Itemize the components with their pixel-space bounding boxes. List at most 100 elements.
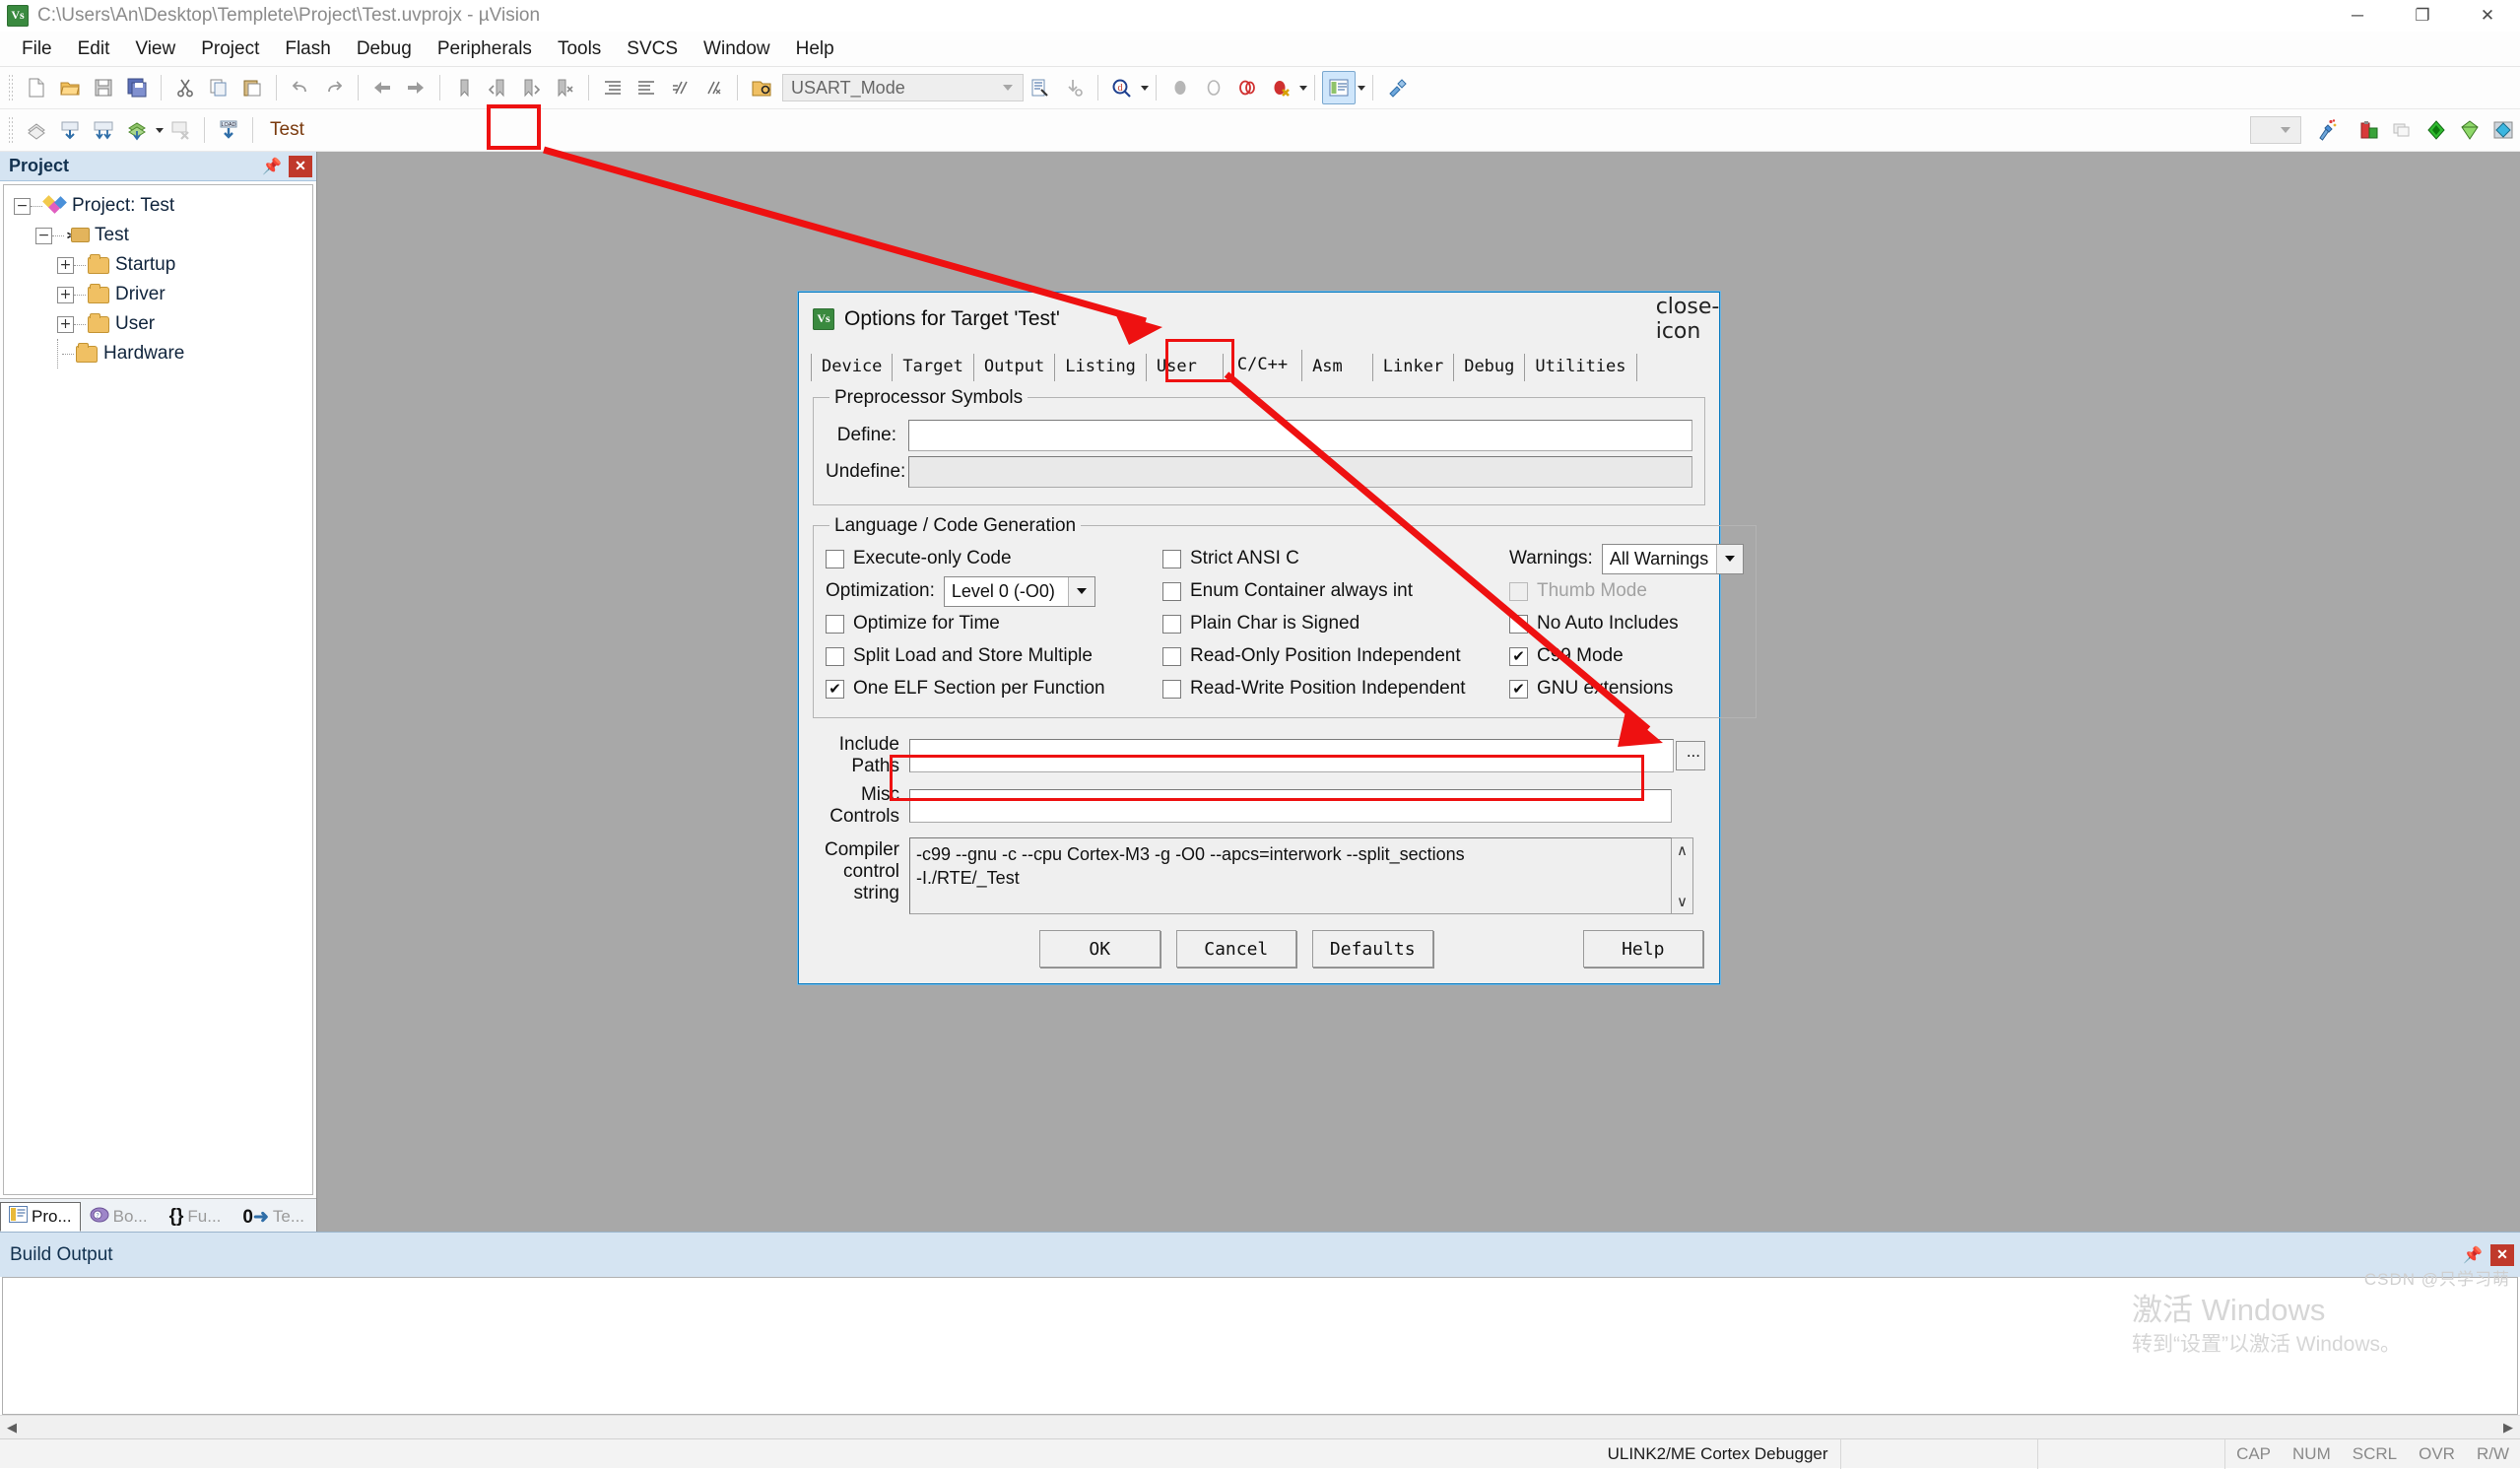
undo-icon[interactable]	[284, 71, 317, 104]
kill-breakpoints-icon[interactable]	[1264, 71, 1297, 104]
scroll-up-icon[interactable]: ∧	[1677, 841, 1688, 859]
menu-item-view[interactable]: View	[122, 34, 188, 64]
tree-item-hardware[interactable]: Hardware	[4, 339, 312, 368]
chevron-down-icon[interactable]	[156, 127, 164, 133]
pin-icon[interactable]: 📌	[2463, 1245, 2483, 1265]
include-paths-browse-button[interactable]: ...	[1676, 740, 1705, 770]
cut-icon[interactable]	[168, 71, 202, 104]
checkbox-box[interactable]	[826, 614, 844, 634]
chevron-down-icon[interactable]	[2271, 117, 2300, 143]
function-combo[interactable]: USART_Mode	[782, 74, 1024, 101]
tab-linker[interactable]: Linker	[1372, 353, 1455, 381]
compiler-control-string[interactable]: -c99 --gnu -c --cpu Cortex-M3 -g -O0 --a…	[909, 837, 1672, 915]
tab-utilities[interactable]: Utilities	[1525, 353, 1637, 381]
checkbox-box[interactable]	[1162, 549, 1181, 568]
checkbox-plain-char-is-signed[interactable]: Plain Char is Signed	[1162, 608, 1509, 640]
batch-build-icon[interactable]	[120, 113, 154, 147]
tree-expander[interactable]: −	[14, 197, 31, 215]
menu-item-peripherals[interactable]: Peripherals	[425, 34, 545, 64]
download-icon[interactable]: LOAD	[212, 113, 245, 147]
chevron-down-icon[interactable]	[993, 75, 1023, 100]
checkbox-box[interactable]	[1162, 646, 1181, 666]
tab-output[interactable]: Output	[973, 353, 1056, 381]
include-paths-input[interactable]	[909, 738, 1674, 772]
dialog-close-button[interactable]: close-icon	[1656, 295, 1720, 344]
pack-installer-icon[interactable]	[2420, 113, 2453, 147]
menu-item-debug[interactable]: Debug	[344, 34, 425, 64]
close-icon[interactable]: ✕	[289, 155, 312, 177]
chevron-down-icon[interactable]	[1715, 544, 1743, 573]
debug-start-icon[interactable]	[1163, 71, 1197, 104]
tree-item-target[interactable]: − ✲ Test	[4, 221, 312, 250]
config-wizard-icon[interactable]	[1380, 71, 1414, 104]
stop-build-icon[interactable]	[164, 113, 197, 147]
tree-expander[interactable]: +	[57, 315, 74, 333]
navigate-forward-icon[interactable]	[399, 71, 432, 104]
checkbox-box[interactable]	[1162, 679, 1181, 699]
tab-project[interactable]: Pro...	[0, 1202, 81, 1232]
copy-icon[interactable]	[202, 71, 235, 104]
checkbox-box[interactable]: ✔	[1509, 679, 1528, 699]
warnings-select[interactable]: All Warnings	[1601, 543, 1744, 574]
manage-project-items-icon[interactable]	[2353, 113, 2386, 147]
checkbox-gnu-extensions[interactable]: ✔ GNU extensions	[1509, 673, 1744, 705]
tab-listing[interactable]: Listing	[1055, 353, 1147, 381]
debug-stop-icon[interactable]	[1197, 71, 1230, 104]
menu-item-flash[interactable]: Flash	[272, 34, 343, 64]
menu-item-help[interactable]: Help	[783, 34, 847, 64]
tab-cpp[interactable]: C/C++	[1223, 349, 1303, 381]
checkbox-box[interactable]	[826, 549, 844, 568]
tree-item-driver[interactable]: + Driver	[4, 280, 312, 309]
ok-button[interactable]: OK	[1039, 930, 1161, 968]
manage-rte-icon[interactable]	[2453, 113, 2487, 147]
define-input[interactable]	[908, 419, 1692, 451]
open-file-icon[interactable]	[53, 71, 87, 104]
tree-item-user[interactable]: + User	[4, 309, 312, 339]
build-output-body[interactable]: 激活 Windows 转到“设置”以激活 Windows。	[2, 1277, 2518, 1415]
checkbox-no-auto-includes[interactable]: No Auto Includes	[1509, 608, 1744, 640]
translate-icon[interactable]	[20, 113, 53, 147]
open-project-icon[interactable]	[745, 71, 778, 104]
chevron-down-icon[interactable]	[1067, 576, 1094, 606]
tab-functions[interactable]: {} Fu...	[161, 1202, 231, 1232]
checkbox-box[interactable]: ✔	[826, 679, 844, 699]
checkbox-optimize-for-time[interactable]: Optimize for Time	[826, 608, 1162, 640]
target-select-dropdown[interactable]	[2250, 116, 2301, 144]
redo-icon[interactable]	[317, 71, 351, 104]
checkbox-one-elf-section-per-function[interactable]: ✔ One ELF Section per Function	[826, 673, 1162, 705]
cancel-button[interactable]: Cancel	[1175, 930, 1296, 968]
find-in-files-icon[interactable]: d	[1105, 71, 1139, 104]
compiler-control-scrollbar[interactable]: ∧ ∨	[1672, 837, 1693, 915]
navigate-back-icon[interactable]	[365, 71, 399, 104]
tree-expander[interactable]: −	[35, 227, 52, 244]
checkbox-enum-container-always-int[interactable]: Enum Container always int	[1162, 575, 1509, 608]
bookmark-clear-icon[interactable]	[548, 71, 581, 104]
maximize-button[interactable]: ❐	[2390, 0, 2455, 32]
outdent-icon[interactable]	[630, 71, 663, 104]
multi-project-icon[interactable]	[2386, 113, 2420, 147]
misc-controls-input[interactable]	[909, 789, 1672, 824]
tab-user[interactable]: User	[1146, 353, 1224, 381]
project-tree[interactable]: − Project: Test − ✲ Test + Startup +	[3, 184, 313, 1195]
undefine-input[interactable]	[908, 455, 1692, 488]
scroll-right-icon[interactable]: ▶	[2496, 1417, 2520, 1438]
close-button[interactable]: ✕	[2455, 0, 2520, 32]
save-icon[interactable]	[87, 71, 120, 104]
chevron-down-icon[interactable]	[1358, 85, 1365, 91]
paste-icon[interactable]	[235, 71, 269, 104]
comment-icon[interactable]	[663, 71, 696, 104]
checkbox-box[interactable]	[1162, 581, 1181, 601]
tree-expander[interactable]: +	[57, 286, 74, 303]
tab-device[interactable]: Device	[811, 353, 894, 381]
defaults-button[interactable]: Defaults	[1312, 930, 1433, 968]
checkbox-box[interactable]	[1509, 614, 1528, 634]
build-icon[interactable]	[53, 113, 87, 147]
menu-item-project[interactable]: Project	[188, 34, 272, 64]
build-output-hscrollbar[interactable]: ◀ ▶	[0, 1415, 2520, 1438]
minimize-button[interactable]: ─	[2325, 0, 2390, 32]
rebuild-icon[interactable]	[87, 113, 120, 147]
indent-icon[interactable]	[596, 71, 630, 104]
checkbox-box[interactable]: ✔	[1509, 646, 1528, 666]
checkbox-strict-ansi-c[interactable]: Strict ANSI C	[1162, 543, 1509, 575]
bookmark-toggle-icon[interactable]	[447, 71, 481, 104]
